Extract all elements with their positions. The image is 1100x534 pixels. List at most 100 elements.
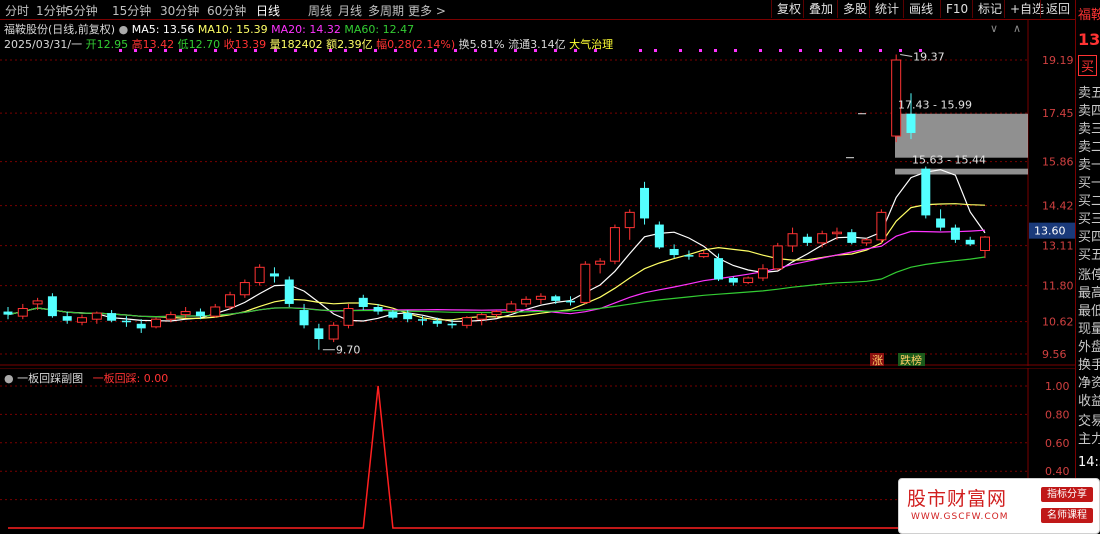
candle[interactable]	[580, 261, 591, 304]
tag-dieban[interactable]: 跌榜	[898, 353, 925, 366]
toolbar-button-5[interactable]: F10	[940, 0, 973, 18]
candle[interactable]	[535, 293, 546, 304]
candle[interactable]	[343, 303, 354, 329]
period-tab-2[interactable]: 5分钟	[66, 2, 98, 19]
watermark-badge-course: 名师课程	[1041, 508, 1093, 523]
candle[interactable]	[980, 236, 990, 259]
candle[interactable]	[950, 224, 960, 243]
candle[interactable]	[210, 303, 221, 318]
quote-panel-item-2[interactable]: 买	[1078, 55, 1098, 76]
main-kline-chart[interactable]: 19.19 17.45 15.86 14.42 13.11 11.80 10.62 9.56 1…	[0, 20, 1075, 366]
candle[interactable]	[417, 316, 427, 326]
toolbar-button-1[interactable]: 叠加	[803, 0, 838, 18]
period-tab-0[interactable]: 分时	[5, 2, 29, 19]
candle[interactable]	[254, 264, 265, 286]
tag-dieban-text: 跌榜	[900, 353, 922, 366]
candle[interactable]	[77, 314, 88, 326]
candle-body	[787, 233, 798, 247]
signal-dot-36	[819, 49, 822, 52]
candle[interactable]	[817, 230, 828, 248]
candle[interactable]	[506, 300, 517, 314]
candle[interactable]	[151, 317, 162, 329]
candle[interactable]	[965, 236, 975, 246]
candle[interactable]	[802, 233, 812, 246]
candle[interactable]	[654, 221, 664, 249]
candle[interactable]	[684, 250, 694, 260]
candle[interactable]	[17, 303, 28, 320]
candle[interactable]	[566, 296, 576, 306]
period-tab-8[interactable]: 月线	[338, 2, 362, 19]
quote-panel-item-16: 现量	[1078, 322, 1100, 337]
tag-zhang[interactable]: 涨	[870, 353, 884, 366]
candle[interactable]	[314, 323, 324, 350]
candle[interactable]	[269, 267, 279, 283]
candle[interactable]	[787, 227, 798, 253]
candle-body	[714, 258, 724, 280]
period-tab-1[interactable]: 1分钟	[36, 2, 68, 19]
signal-dot-5	[194, 49, 197, 52]
candle[interactable]	[921, 166, 931, 219]
candle[interactable]	[757, 264, 768, 282]
sub-chart-title[interactable]: 一板回踩副图	[17, 372, 83, 385]
candle[interactable]	[91, 311, 102, 324]
candle-body	[210, 306, 221, 317]
ma10-line	[7, 203, 986, 321]
candle[interactable]	[47, 293, 57, 318]
signal-dot-23	[534, 49, 537, 52]
toolbar-button-6[interactable]: 标记	[972, 0, 1007, 18]
candle-body	[980, 236, 990, 252]
candle[interactable]	[239, 279, 250, 298]
candle[interactable]	[358, 294, 368, 311]
candle[interactable]	[669, 244, 679, 259]
candle-body	[802, 236, 812, 243]
candle-body	[817, 233, 828, 244]
candle[interactable]	[698, 250, 709, 259]
sub-dropdown-icon[interactable]: ●	[4, 372, 14, 385]
candle[interactable]	[714, 253, 724, 282]
period-tab-7[interactable]: 周线	[308, 2, 332, 19]
quote-panel-item-13: 涨停	[1078, 268, 1100, 283]
signal-dot-34	[779, 49, 782, 52]
candle[interactable]	[107, 310, 117, 323]
period-tab-6[interactable]: 日线	[256, 2, 280, 19]
candle[interactable]	[461, 316, 472, 329]
period-tab-10[interactable]: 更多 >	[408, 2, 446, 19]
candle[interactable]	[624, 209, 635, 240]
candle-body	[107, 313, 117, 321]
candle[interactable]	[328, 322, 339, 343]
toolbar-button-4[interactable]: 画线	[903, 0, 938, 18]
period-tab-9[interactable]: 多周期	[368, 2, 404, 19]
toolbar-button-0[interactable]: 复权	[771, 0, 806, 18]
candle-body	[906, 113, 916, 133]
signal-dot-30	[699, 49, 702, 52]
candle[interactable]	[299, 303, 309, 329]
quote-panel-item-18: 换手	[1078, 358, 1100, 373]
candle-body	[861, 239, 872, 244]
candle[interactable]	[3, 306, 13, 320]
candle[interactable]	[521, 296, 532, 307]
candle[interactable]	[595, 258, 606, 274]
candle[interactable]	[936, 209, 946, 231]
candle[interactable]	[284, 276, 294, 307]
period-tab-5[interactable]: 60分钟	[207, 2, 246, 19]
candle[interactable]	[476, 313, 487, 326]
candle[interactable]	[772, 242, 783, 271]
candle[interactable]	[640, 181, 650, 225]
toolbar-button-8[interactable]: 返回	[1040, 0, 1075, 18]
toolbar-button-2[interactable]: 多股	[837, 0, 872, 18]
candle[interactable]	[609, 224, 620, 265]
candle[interactable]	[847, 229, 857, 245]
period-tab-3[interactable]: 15分钟	[112, 2, 151, 19]
candle[interactable]	[728, 276, 738, 286]
price-axis-label-5: 11.80	[1042, 280, 1074, 293]
price-axis-label-1: 17.45	[1042, 107, 1074, 120]
candle[interactable]	[136, 319, 146, 333]
candle[interactable]	[225, 291, 236, 311]
candle[interactable]	[121, 316, 131, 327]
candle[interactable]	[743, 276, 754, 285]
period-tab-4[interactable]: 30分钟	[160, 2, 199, 19]
candle[interactable]	[861, 238, 872, 246]
toolbar-button-3[interactable]: 统计	[869, 0, 904, 18]
signal-dot-8	[254, 49, 257, 52]
candle[interactable]	[876, 209, 887, 243]
